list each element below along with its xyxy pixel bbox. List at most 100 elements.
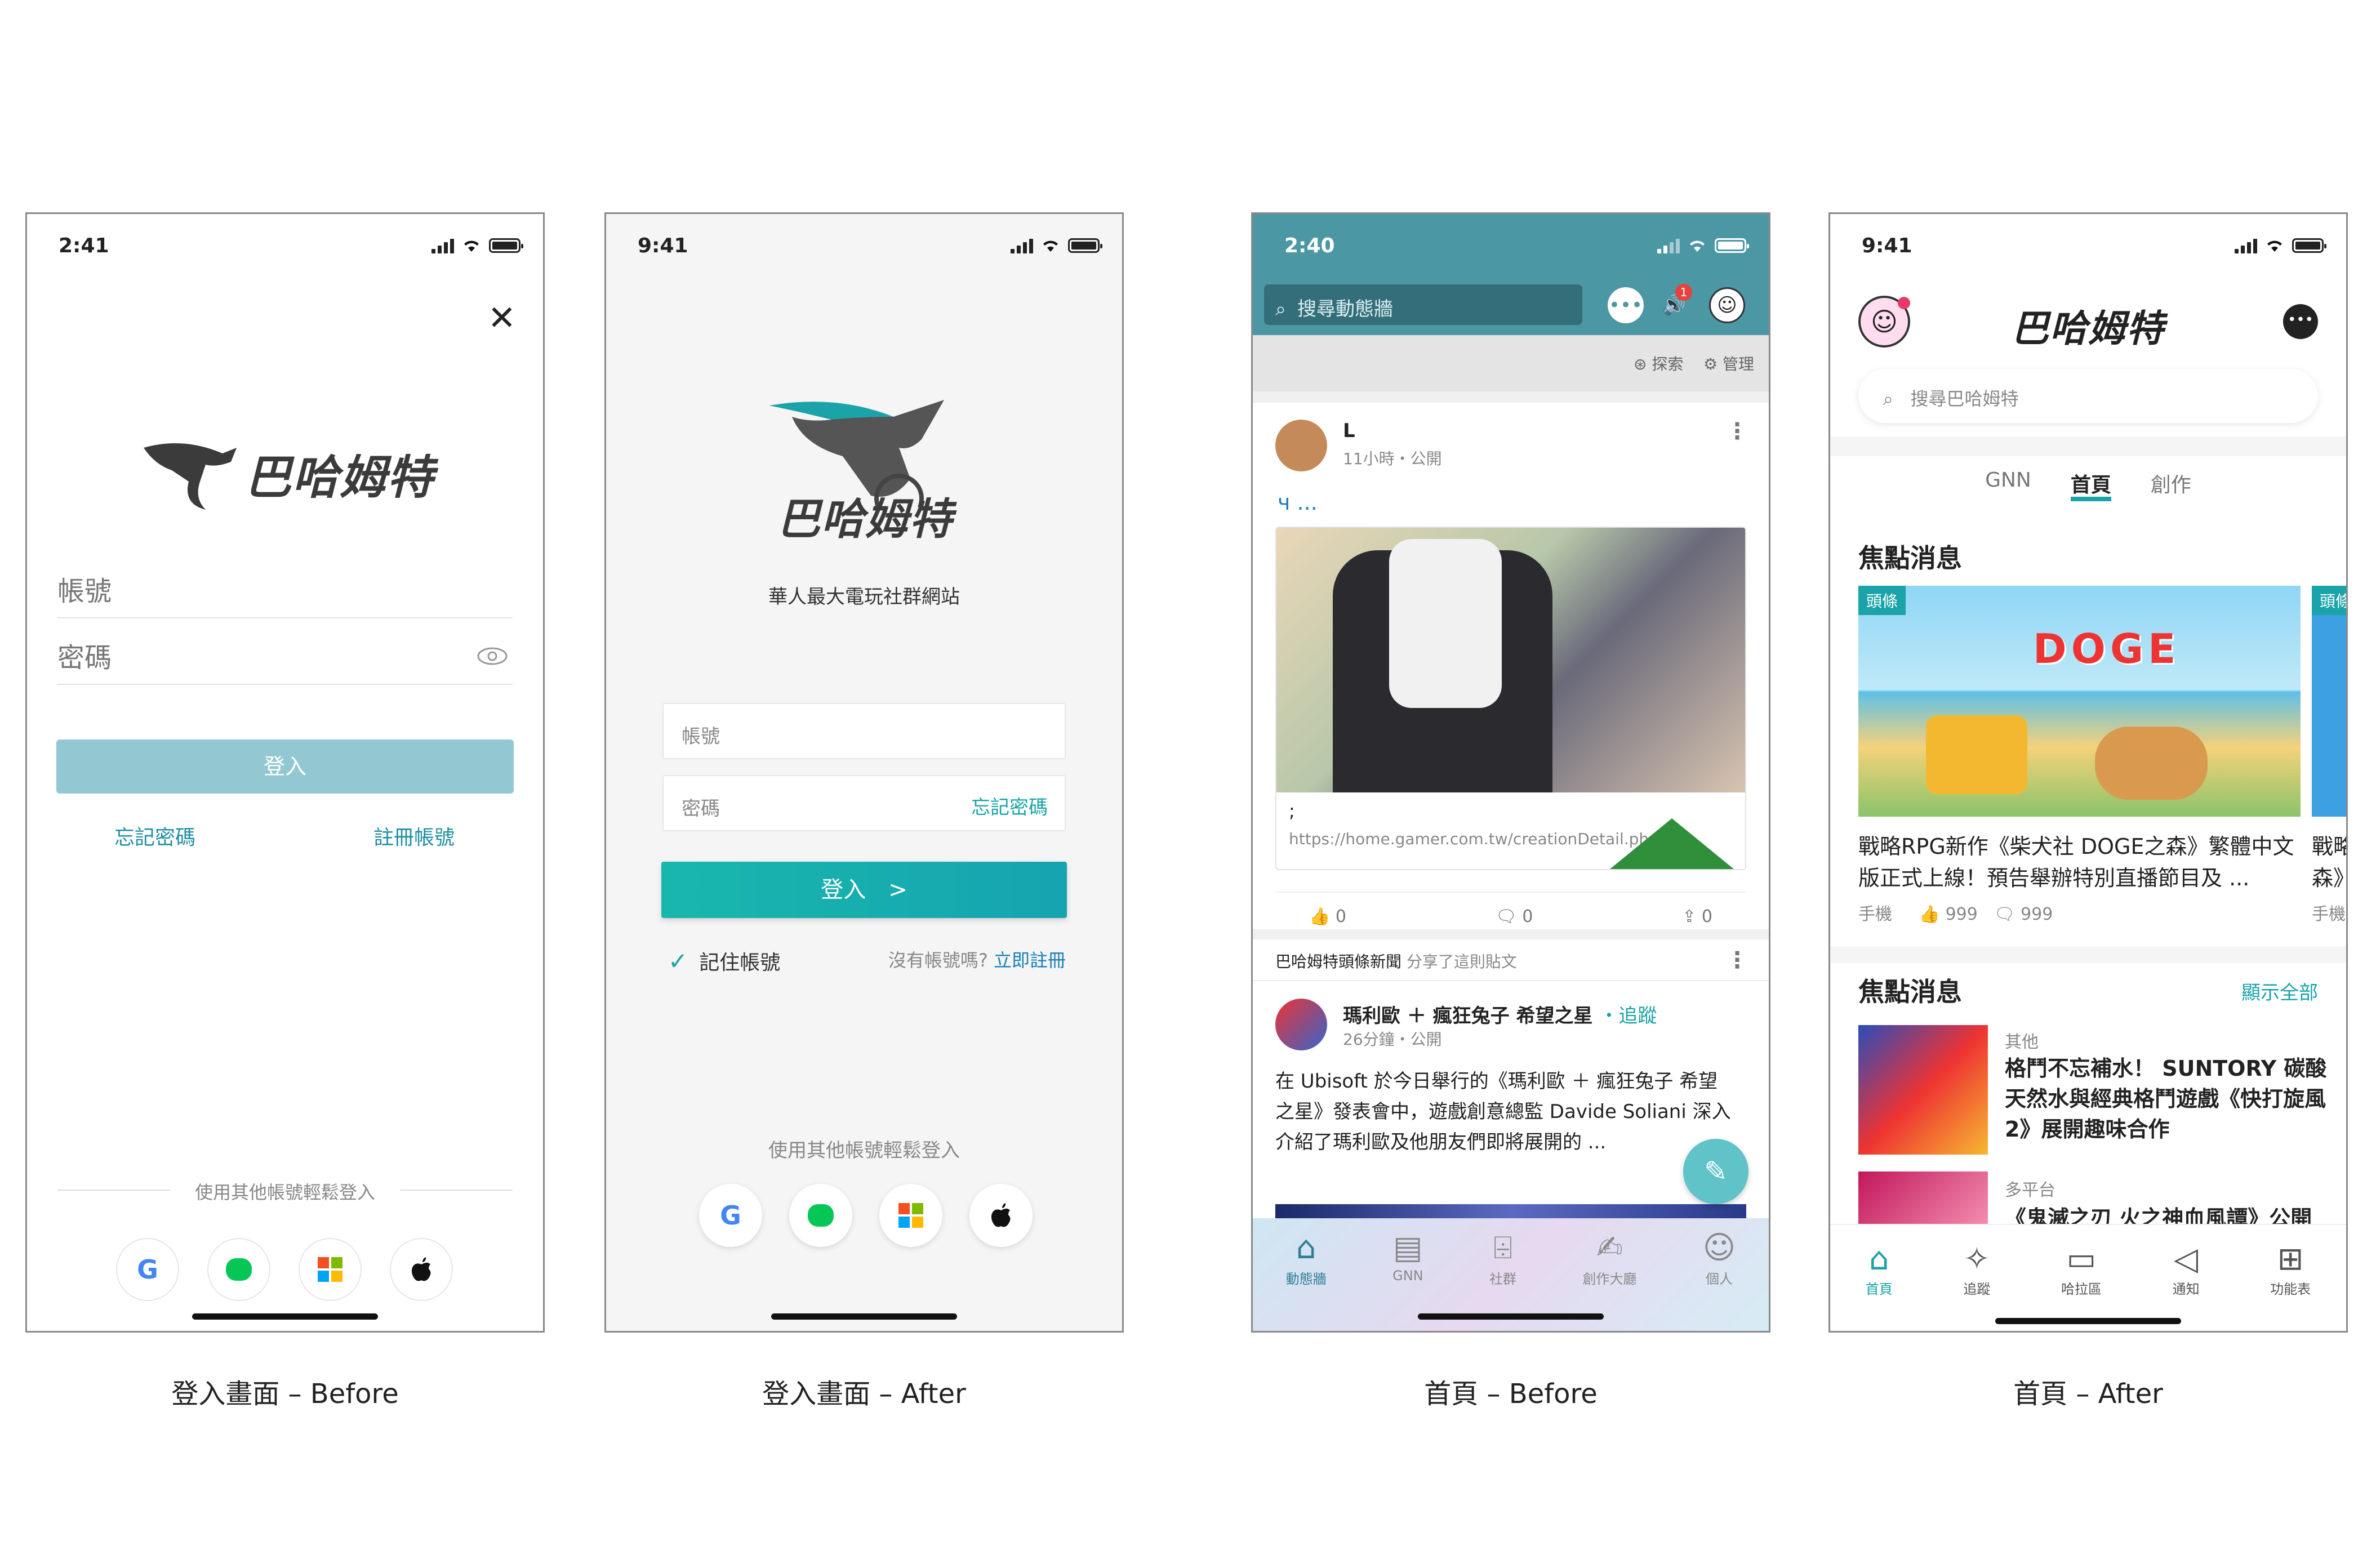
compose-button[interactable]: ✎: [1683, 1139, 1748, 1204]
follow-link[interactable]: 追蹤: [1618, 1005, 1657, 1027]
status-time: 9:41: [638, 234, 688, 257]
wifi-icon: [464, 240, 479, 252]
tab-gnn[interactable]: GNN: [1985, 456, 2031, 513]
tab-home[interactable]: ⌂ 首頁: [1866, 1241, 1893, 1331]
see-all-link[interactable]: 顯示全部: [2241, 977, 2318, 1005]
tab-forum[interactable]: ▭ 哈拉區: [2061, 1241, 2102, 1331]
microsoft-login-icon[interactable]: [879, 1184, 942, 1247]
logo-text: 巴哈姆特: [245, 451, 434, 505]
password-input[interactable]: 密碼 忘記密碼: [662, 775, 1066, 831]
post-author[interactable]: L: [1343, 420, 1355, 442]
logo: 巴哈姆特: [2012, 307, 2165, 350]
chat-icon[interactable]: •••: [1608, 287, 1644, 323]
like-button[interactable]: 👍 0: [1309, 907, 1346, 926]
manage-button[interactable]: ⚙ 管理: [1703, 355, 1754, 373]
microsoft-login-icon[interactable]: [299, 1238, 362, 1301]
search-input[interactable]: ⌕ 搜尋動態牆: [1264, 284, 1582, 325]
share-line: 巴哈姆特頭條新聞 分享了這則貼文: [1275, 952, 1517, 971]
google-login-icon[interactable]: G: [699, 1184, 762, 1247]
forum-icon: ▭: [2066, 1241, 2097, 1277]
post-meta: 26分鐘・公開: [1343, 1030, 1442, 1049]
remember-account[interactable]: ✓ 記住帳號: [668, 946, 780, 975]
comment-icon: 🗨: [1495, 907, 1517, 926]
status-time: 9:41: [1862, 234, 1912, 257]
status-bar: 2:40: [1253, 214, 1769, 276]
share-button[interactable]: ⇪ 0: [1682, 907, 1712, 926]
home-indicator: [192, 1313, 378, 1320]
signal-icon: [431, 238, 454, 253]
news-title[interactable]: 《鬼滅之刃 火之神血風譚》公開: [2005, 1201, 2332, 1227]
tab-feed[interactable]: ⌂ 動態牆: [1286, 1228, 1327, 1331]
tab-apps[interactable]: ⊞ 功能表: [2270, 1241, 2311, 1331]
banner-image-2[interactable]: 頭條: [2312, 586, 2346, 817]
register-link[interactable]: 註冊帳號: [373, 821, 455, 850]
tab-home[interactable]: 首頁: [2070, 456, 2111, 501]
news-thumbnail[interactable]: [1858, 1025, 1988, 1155]
status-bar: 9:41: [1830, 214, 2346, 276]
follow-icon: ✧: [1963, 1241, 1990, 1277]
post-text: 在 Ubisoft 於今日舉行的《瑪利歐 ＋ 瘋狂兔子 希望之星》發表會中，遊戲…: [1275, 1070, 1731, 1153]
line-login-icon[interactable]: [207, 1238, 270, 1301]
news-source[interactable]: 巴哈姆特頭條新聞: [1275, 952, 1401, 971]
notify-icon: ◁: [2174, 1241, 2199, 1277]
news-thumbnail[interactable]: [1858, 1171, 1988, 1228]
tab-create[interactable]: 創作: [2151, 456, 2191, 513]
avatar[interactable]: ☺: [1709, 287, 1745, 323]
post-author[interactable]: 瑪利歐 ＋ 瘋狂兔子 希望之星 ・追蹤: [1343, 1000, 1657, 1028]
google-login-icon[interactable]: G: [116, 1238, 179, 1301]
login-button[interactable]: 登入 >: [661, 862, 1067, 918]
forgot-password-link[interactable]: 忘記密碼: [971, 792, 1048, 819]
explore-button[interactable]: ⊛ 探索: [1634, 355, 1683, 373]
tab-profile[interactable]: ☺ 個人: [1703, 1228, 1736, 1331]
apple-login-icon[interactable]: [969, 1184, 1033, 1247]
banner-title[interactable]: 戰略RPG新作《柴犬社 DOGE之森》繁體中文版正式上線！預告舉辦特別直播節目及…: [1858, 831, 2303, 894]
logo: 巴哈姆特: [747, 383, 984, 558]
apple-login-icon[interactable]: [390, 1238, 453, 1301]
password-field[interactable]: 密碼: [57, 618, 513, 685]
thumbs-up-icon: 👍: [1919, 905, 1941, 924]
signal-icon: [1011, 238, 1033, 253]
account-field[interactable]: 帳號: [57, 552, 513, 618]
community-icon: ⌹: [1493, 1230, 1512, 1266]
home-after-screen: 9:41 ☺ 巴哈姆特 ••• ⌕ 搜尋巴哈姆特 GNN 首頁 創作 焦點消息 …: [1828, 212, 2348, 1333]
account-input[interactable]: 帳號: [662, 703, 1066, 759]
battery-icon: [2292, 238, 2326, 253]
news-title[interactable]: 格鬥不忘補水！ SUNTORY 碳酸天然水與經典格鬥遊戲《快打旋風 2》展開趣味…: [2005, 1053, 2332, 1144]
search-icon: ⌕: [1275, 298, 1287, 320]
wifi-icon: [2267, 240, 2282, 252]
line-login-icon[interactable]: [789, 1184, 852, 1247]
signal-icon: [2235, 238, 2257, 253]
banner-tag: 頭條: [2312, 586, 2346, 615]
tab-notify[interactable]: ◁ 通知: [2173, 1241, 2200, 1331]
tagline: 華人最大電玩社群網站: [768, 586, 960, 608]
notification-badge: 1: [1675, 284, 1692, 301]
link-preview[interactable]: ; https://home.gamer.com.tw/creationDeta…: [1275, 527, 1746, 870]
wifi-icon: [1043, 240, 1058, 252]
search-input[interactable]: ⌕ 搜尋巴哈姆特: [1858, 369, 2318, 423]
battery-icon: [1068, 238, 1102, 253]
register-now-link[interactable]: 立即註冊: [994, 950, 1066, 971]
banner-image[interactable]: 頭條 DOGE: [1858, 586, 2301, 817]
login-button[interactable]: 登入: [56, 740, 514, 794]
forgot-password-link[interactable]: 忘記密碼: [114, 821, 195, 850]
tab-follow[interactable]: ✧ 追蹤: [1963, 1241, 1990, 1331]
banner-art-title: DOGE: [2033, 625, 2181, 672]
close-icon[interactable]: ✕: [488, 299, 516, 338]
section-title: 焦點消息: [1858, 977, 1962, 1007]
header: 2:40 ⌕ 搜尋動態牆 ••• 🔊 1 ☺: [1253, 214, 1769, 335]
banner-title-2[interactable]: 戰略 森》: [2312, 831, 2346, 894]
logo: 巴哈姆特: [100, 428, 472, 518]
bottom-tab-bar: ⌂ 首頁 ✧ 追蹤 ▭ 哈拉區 ◁ 通知 ⊞ 功能表: [1830, 1224, 2346, 1331]
logo-text: 巴哈姆特: [777, 494, 953, 544]
section-title: 焦點消息: [1858, 543, 1962, 573]
comment-button[interactable]: 🗨 0: [1496, 907, 1533, 926]
notification-icon[interactable]: 🔊 1: [1656, 284, 1692, 323]
more-icon[interactable]: ⋮: [1726, 947, 1748, 973]
home-indicator: [1418, 1313, 1604, 1320]
social-login-row: G: [699, 1184, 1033, 1247]
more-icon[interactable]: ⋮: [1726, 418, 1748, 444]
status-bar: 2:41: [27, 214, 543, 276]
chat-icon[interactable]: •••: [2283, 304, 2318, 339]
eye-icon[interactable]: [477, 647, 508, 666]
check-icon: ✓: [668, 947, 688, 975]
